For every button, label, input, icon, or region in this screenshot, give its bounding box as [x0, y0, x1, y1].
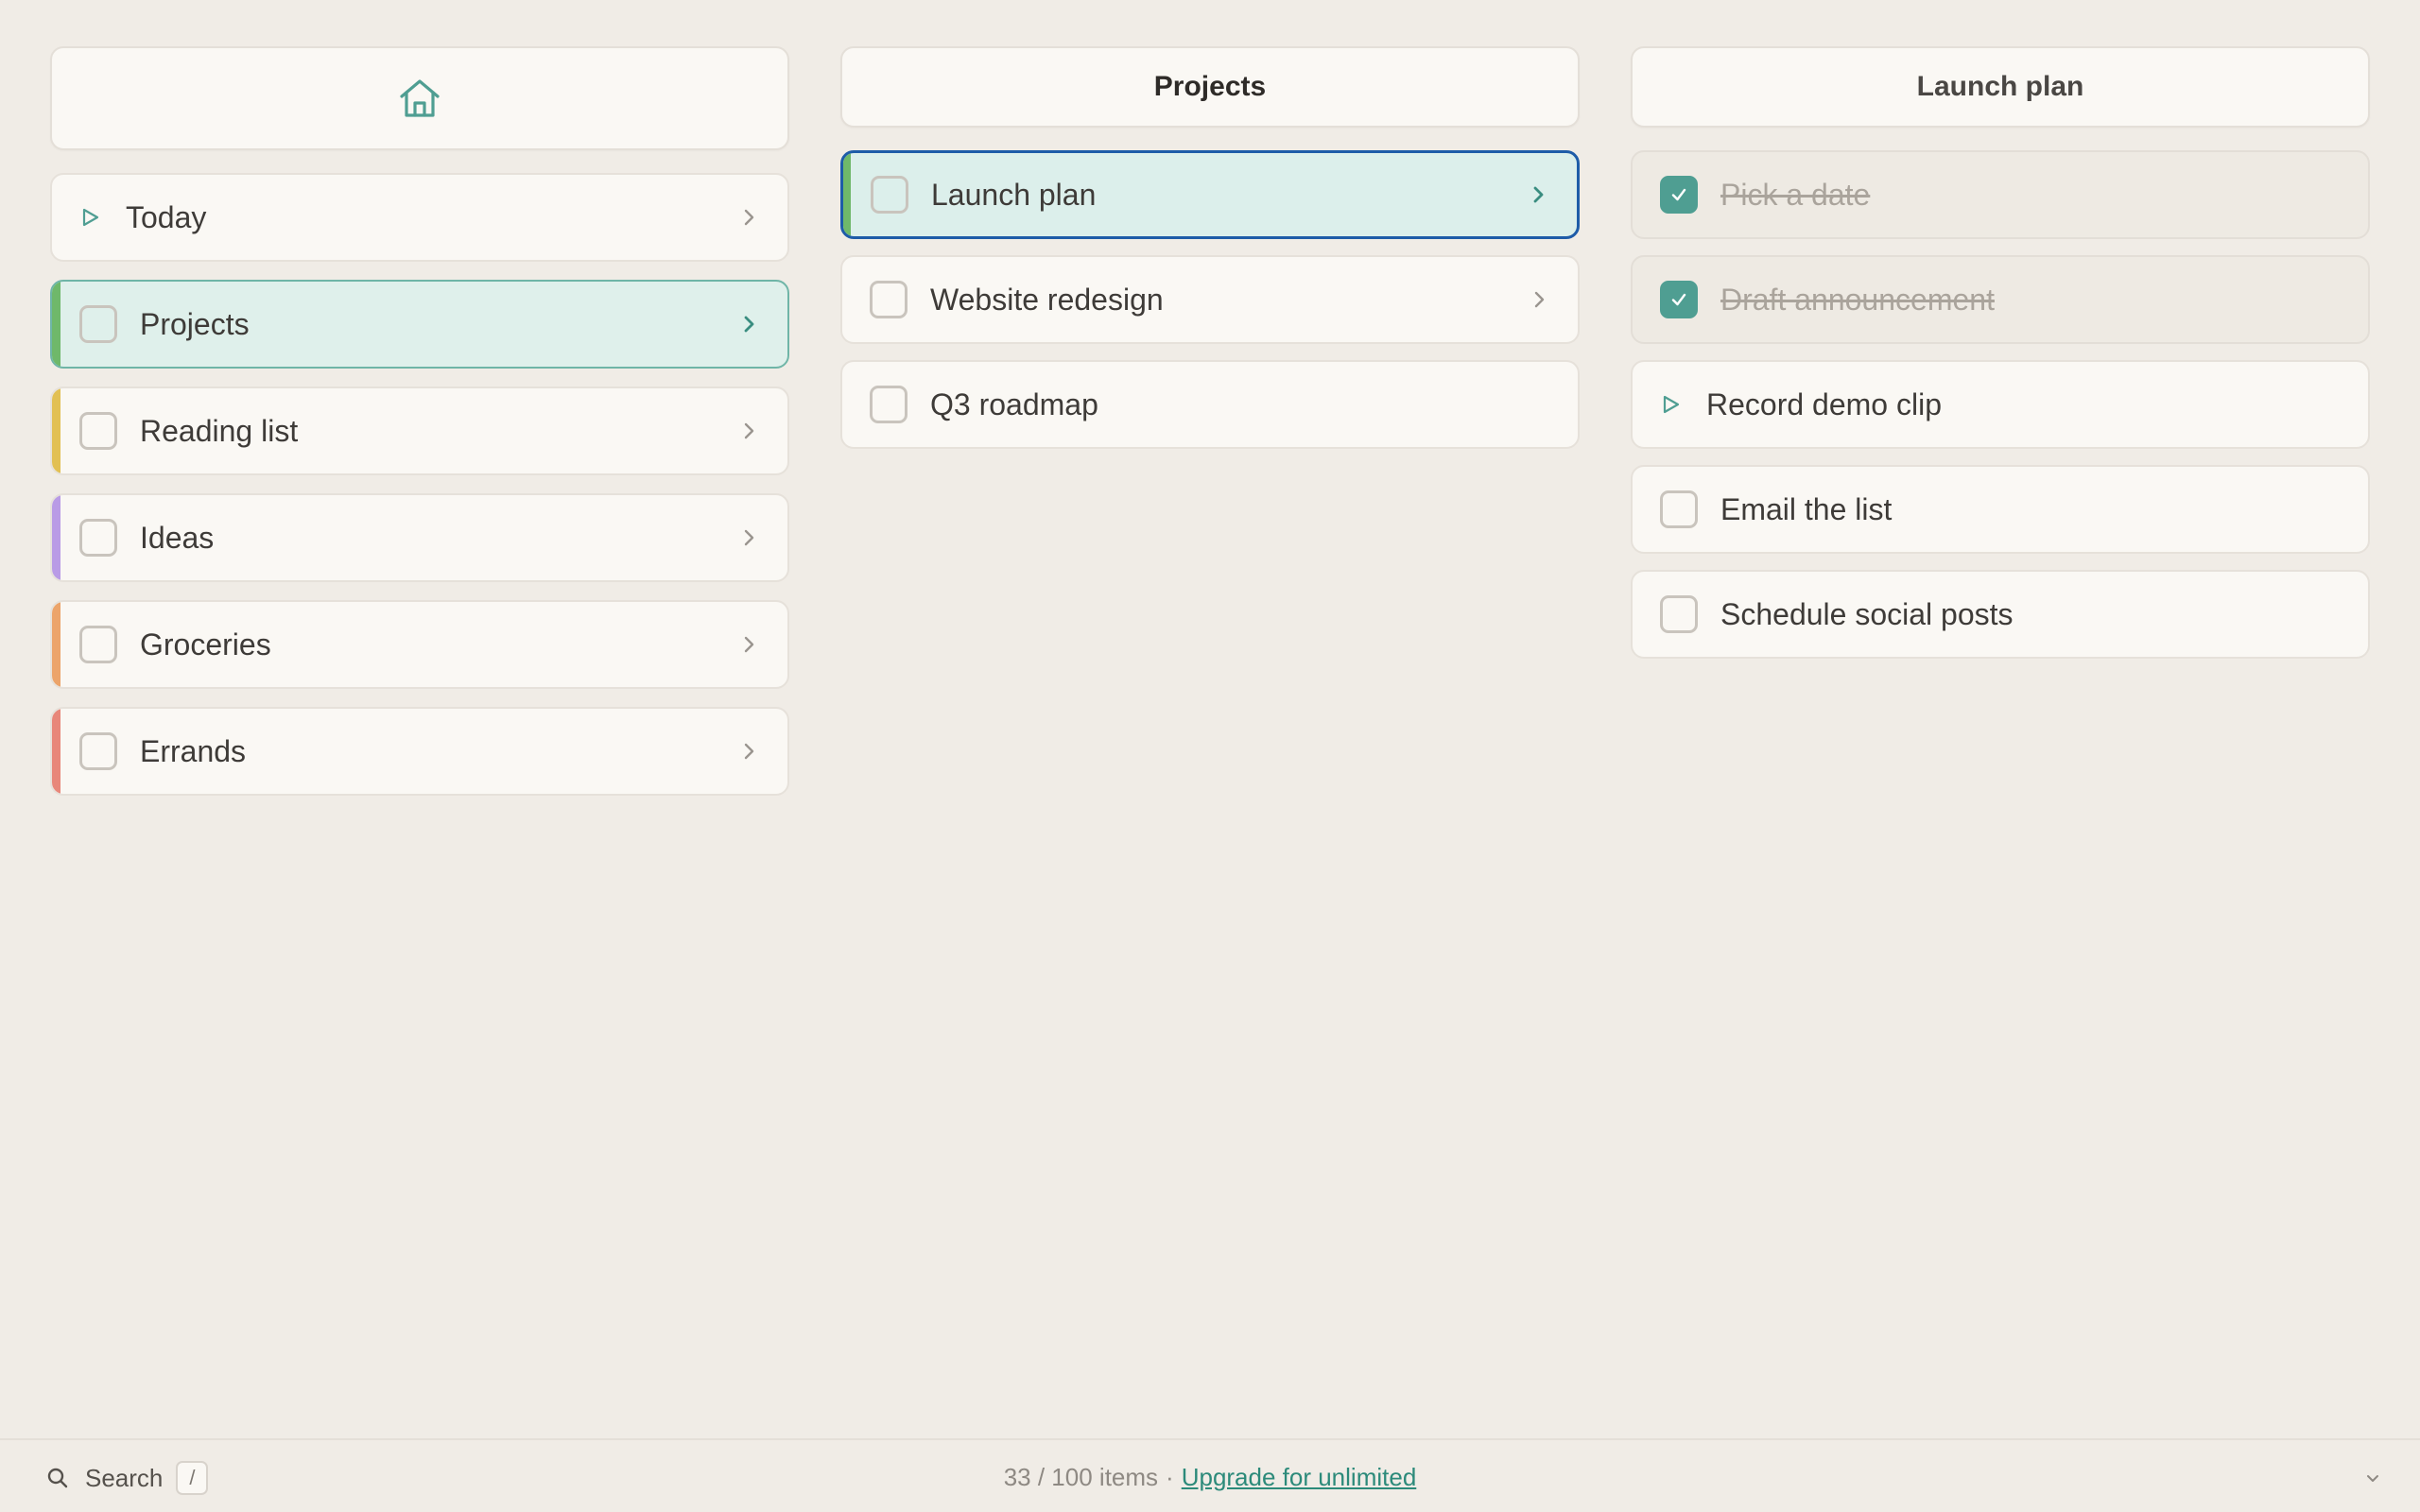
chevron-down-icon[interactable]: [2363, 1469, 2382, 1487]
chevron-right-icon: [744, 209, 754, 226]
project-item-website-redesign[interactable]: Website redesign: [840, 255, 1580, 344]
chevron-right-icon: [1534, 291, 1545, 308]
lists-column: Today Projects Reading list Ideas Grocer…: [50, 46, 789, 814]
checkbox[interactable]: [79, 732, 117, 770]
sidebar-item-groceries[interactable]: Groceries: [50, 600, 789, 689]
project-item-q3-roadmap[interactable]: Q3 roadmap: [840, 360, 1580, 449]
separator: ·: [1166, 1463, 1174, 1491]
checkbox[interactable]: [79, 305, 117, 343]
checkbox[interactable]: [1660, 490, 1698, 528]
checkbox[interactable]: [1660, 595, 1698, 633]
upgrade-link[interactable]: Upgrade for unlimited: [1182, 1463, 1417, 1491]
task-item-email-the-list[interactable]: Email the list: [1631, 465, 2370, 554]
task-item-label: Pick a date: [1720, 177, 1871, 212]
checkbox-checked[interactable]: [1660, 176, 1698, 214]
check-icon: [1671, 188, 1686, 201]
play-icon: [1663, 395, 1680, 414]
task-item-label: Schedule social posts: [1720, 596, 2014, 631]
sidebar-item-ideas[interactable]: Ideas: [50, 493, 789, 582]
color-stripe: [52, 282, 60, 367]
home-header[interactable]: [50, 46, 789, 150]
projects-column: Projects Launch plan Website redesign Q3…: [840, 46, 1580, 465]
project-item-label: Launch plan: [931, 177, 1097, 212]
sidebar-item-today[interactable]: Today: [50, 173, 789, 262]
sidebar-item-label: Errands: [140, 733, 247, 768]
project-item-launch-plan[interactable]: Launch plan: [840, 150, 1580, 239]
item-count: 33 / 100 items: [1003, 1463, 1159, 1491]
project-item-label: Q3 roadmap: [930, 387, 1098, 421]
projects-header: Projects: [840, 46, 1580, 128]
checkbox[interactable]: [79, 626, 117, 663]
checkbox[interactable]: [870, 386, 908, 423]
color-stripe: [52, 495, 60, 580]
column-title: Launch plan: [1916, 71, 2084, 102]
launch-plan-column: Launch plan Pick a date Draft announceme…: [1631, 46, 2370, 675]
sidebar-item-label: Projects: [140, 306, 250, 341]
task-item-draft-announcement[interactable]: Draft announcement: [1631, 255, 2370, 344]
sidebar-item-label: Today: [126, 199, 207, 234]
task-item-schedule-social-posts[interactable]: Schedule social posts: [1631, 570, 2370, 659]
sidebar-item-label: Ideas: [140, 520, 215, 555]
chevron-right-icon: [744, 636, 754, 653]
chevron-right-icon: [744, 743, 754, 760]
chevron-right-icon: [744, 316, 754, 333]
checkbox[interactable]: [79, 519, 117, 557]
sidebar-item-projects[interactable]: Projects: [50, 280, 789, 369]
sidebar-item-reading-list[interactable]: Reading list: [50, 387, 789, 475]
sidebar-item-errands[interactable]: Errands: [50, 707, 789, 796]
task-item-label: Email the list: [1720, 491, 1893, 526]
color-stripe: [52, 602, 60, 687]
play-icon: [82, 208, 99, 227]
sidebar-item-label: Groceries: [140, 627, 271, 662]
sidebar-item-label: Reading list: [140, 413, 299, 448]
project-item-label: Website redesign: [930, 282, 1164, 317]
checkbox[interactable]: [871, 176, 908, 214]
color-stripe: [52, 388, 60, 473]
chevron-right-icon: [744, 422, 754, 439]
color-stripe: [843, 153, 851, 236]
chevron-right-icon: [744, 529, 754, 546]
task-item-record-demo-clip[interactable]: Record demo clip: [1631, 360, 2370, 449]
chevron-right-icon: [1533, 186, 1544, 203]
color-stripe: [52, 709, 60, 794]
status-text: 33 / 100 items · Upgrade for unlimited: [0, 1463, 2420, 1492]
home-icon[interactable]: [395, 74, 444, 123]
footer-bar: Search / 33 / 100 items · Upgrade for unli…: [0, 1438, 2420, 1512]
task-item-label: Record demo clip: [1706, 387, 1942, 421]
checkbox-checked[interactable]: [1660, 281, 1698, 318]
task-item-label: Draft announcement: [1720, 282, 1995, 317]
launch-plan-header: Launch plan: [1631, 46, 2370, 128]
task-item-pick-a-date[interactable]: Pick a date: [1631, 150, 2370, 239]
column-title: Projects: [1153, 71, 1267, 102]
checkbox[interactable]: [870, 281, 908, 318]
checkbox[interactable]: [79, 412, 117, 450]
check-icon: [1671, 293, 1686, 306]
